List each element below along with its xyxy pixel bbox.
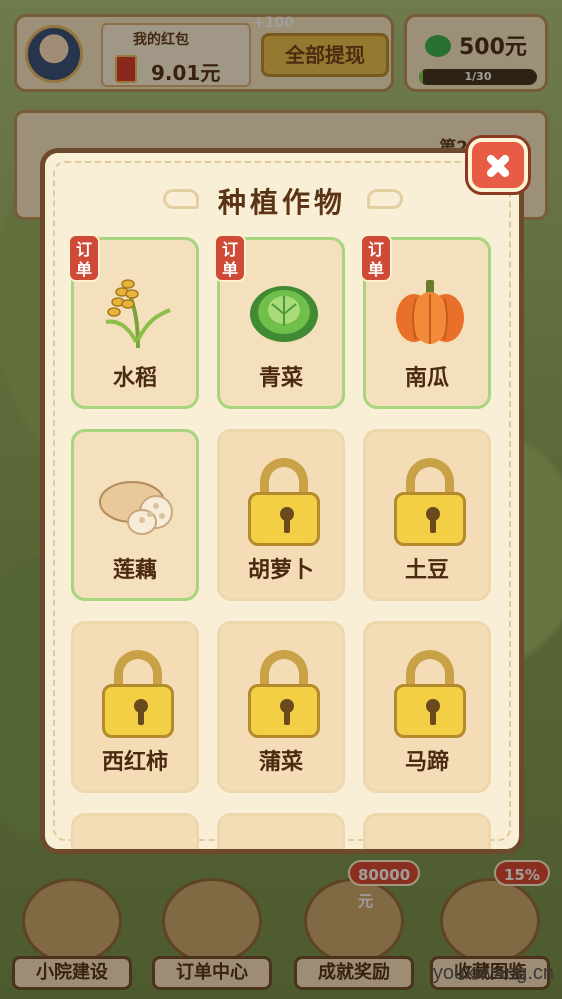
- dialog-title: 种植作物: [217, 186, 346, 219]
- crop-label: 南瓜: [404, 366, 449, 391]
- crop-label: 水稻: [112, 366, 157, 391]
- crop-label: 马蹄: [404, 750, 449, 775]
- crop-label: 土豆: [404, 558, 449, 583]
- lotus-root-icon: [99, 481, 173, 535]
- order-tag: 订单: [68, 234, 100, 282]
- crop-card-pumpkin[interactable]: 订单 南瓜: [360, 234, 491, 409]
- crop-card-water-chestnut-locked[interactable]: 马蹄: [363, 621, 491, 793]
- crop-label: 莲藕: [112, 558, 157, 583]
- crop-card-potato-locked[interactable]: 土豆: [363, 429, 491, 601]
- lock-icon: [394, 650, 466, 738]
- crop-label: 胡萝卜: [247, 558, 314, 583]
- crop-card-cattail-locked[interactable]: 蒲菜: [217, 621, 345, 793]
- lock-icon: [394, 458, 466, 546]
- cabbage-icon: [250, 286, 318, 342]
- rice-icon: [105, 279, 171, 349]
- pumpkin-icon: [396, 280, 464, 344]
- plant-crop-dialog: 种植作物 订单 水稻 订单 青菜 订单 南瓜 莲藕 胡萝卜 土豆 西红柿 蒲菜 …: [40, 148, 524, 854]
- crop-card-lotus-root[interactable]: 莲藕: [71, 429, 199, 601]
- close-icon[interactable]: [468, 138, 528, 192]
- crop-card-partial[interactable]: [363, 813, 491, 849]
- crop-card-carrot-locked[interactable]: 胡萝卜: [217, 429, 345, 601]
- crop-label: 西红柿: [101, 750, 168, 775]
- lock-icon: [248, 458, 320, 546]
- watermark: youxiwang.cn: [432, 962, 554, 984]
- crop-label: 青菜: [258, 366, 303, 391]
- crop-card-rice[interactable]: 订单 水稻: [68, 234, 199, 409]
- crop-card-greens[interactable]: 订单 青菜: [214, 234, 345, 409]
- lock-icon: [102, 650, 174, 738]
- lock-icon: [248, 650, 320, 738]
- order-tag: 订单: [360, 234, 392, 282]
- order-tag: 订单: [214, 234, 246, 282]
- crop-card-partial[interactable]: [71, 813, 199, 849]
- crop-card-partial[interactable]: [217, 813, 345, 849]
- crop-card-tomato-locked[interactable]: 西红柿: [71, 621, 199, 793]
- crop-label: 蒲菜: [258, 750, 303, 775]
